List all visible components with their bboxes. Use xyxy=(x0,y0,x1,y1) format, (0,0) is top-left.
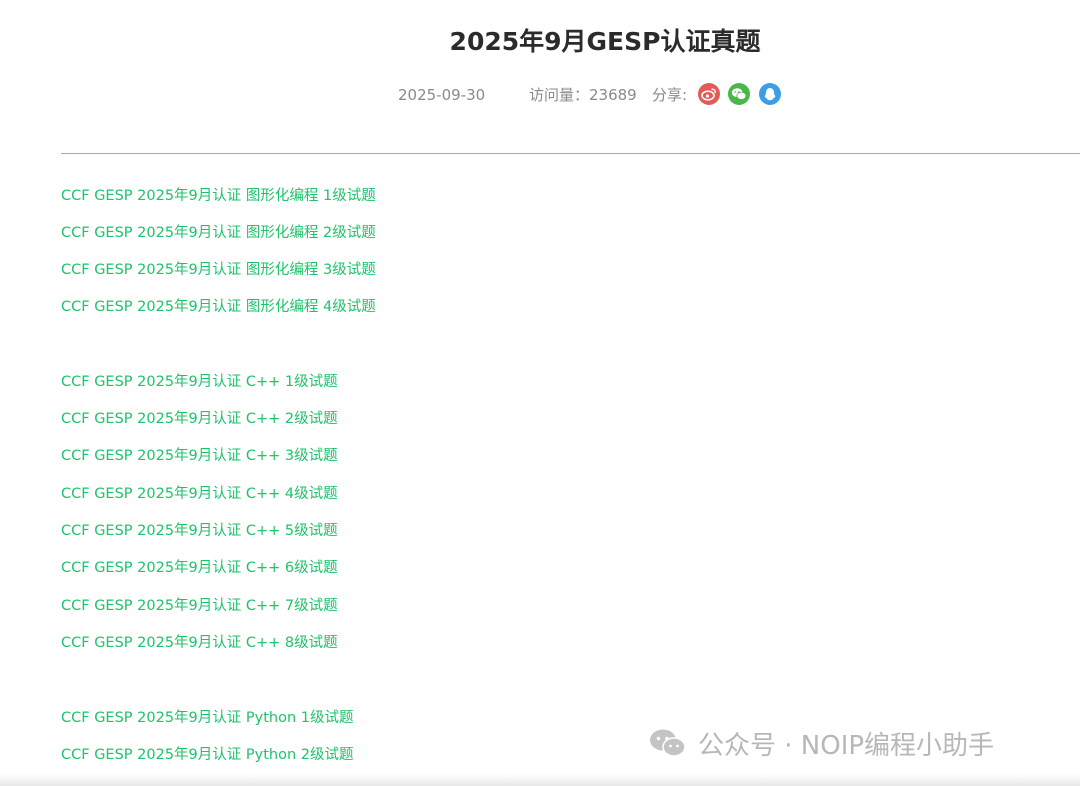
link-cpp-level-2[interactable]: CCF GESP 2025年9月认证 C++ 2级试题 xyxy=(61,409,338,429)
weibo-share-button[interactable] xyxy=(698,83,720,105)
header-divider xyxy=(61,153,1080,154)
wechat-share-button[interactable] xyxy=(728,83,750,105)
link-python-level-1[interactable]: CCF GESP 2025年9月认证 Python 1级试题 xyxy=(61,708,354,728)
link-cpp-level-8[interactable]: CCF GESP 2025年9月认证 C++ 8级试题 xyxy=(61,633,338,653)
link-graphical-level-1[interactable]: CCF GESP 2025年9月认证 图形化编程 1级试题 xyxy=(61,186,376,206)
share-label: 分享: xyxy=(652,86,688,104)
watermark: 公众号 · NOIP编程小助手 xyxy=(648,726,995,761)
wechat-official-account-icon xyxy=(650,729,686,757)
publish-date: 2025-09-30 xyxy=(398,86,486,104)
qq-icon xyxy=(764,87,776,100)
wechat-icon xyxy=(731,88,747,100)
article-page: 2025年9月GESP认证真题 2025-09-30 访问量：23689 分享:… xyxy=(0,0,1080,786)
link-python-level-2[interactable]: CCF GESP 2025年9月认证 Python 2级试题 xyxy=(61,745,354,765)
link-graphical-level-2[interactable]: CCF GESP 2025年9月认证 图形化编程 2级试题 xyxy=(61,223,376,243)
view-count: 访问量：23689 xyxy=(529,86,637,104)
link-cpp-level-3[interactable]: CCF GESP 2025年9月认证 C++ 3级试题 xyxy=(61,446,338,466)
watermark-text: 公众号 · NOIP编程小助手 xyxy=(698,730,995,761)
page-title: 2025年9月GESP认证真题 xyxy=(449,27,761,56)
link-cpp-level-1[interactable]: CCF GESP 2025年9月认证 C++ 1级试题 xyxy=(61,372,338,392)
link-cpp-level-4[interactable]: CCF GESP 2025年9月认证 C++ 4级试题 xyxy=(61,484,338,504)
link-cpp-level-6[interactable]: CCF GESP 2025年9月认证 C++ 6级试题 xyxy=(61,558,338,578)
link-cpp-level-7[interactable]: CCF GESP 2025年9月认证 C++ 7级试题 xyxy=(61,596,338,616)
link-cpp-level-5[interactable]: CCF GESP 2025年9月认证 C++ 5级试题 xyxy=(61,521,338,541)
link-graphical-level-4[interactable]: CCF GESP 2025年9月认证 图形化编程 4级试题 xyxy=(61,297,376,317)
bottom-edge-shadow xyxy=(0,774,1080,786)
qq-share-button[interactable] xyxy=(759,83,781,105)
weibo-icon xyxy=(701,88,716,101)
link-graphical-level-3[interactable]: CCF GESP 2025年9月认证 图形化编程 3级试题 xyxy=(61,260,376,280)
